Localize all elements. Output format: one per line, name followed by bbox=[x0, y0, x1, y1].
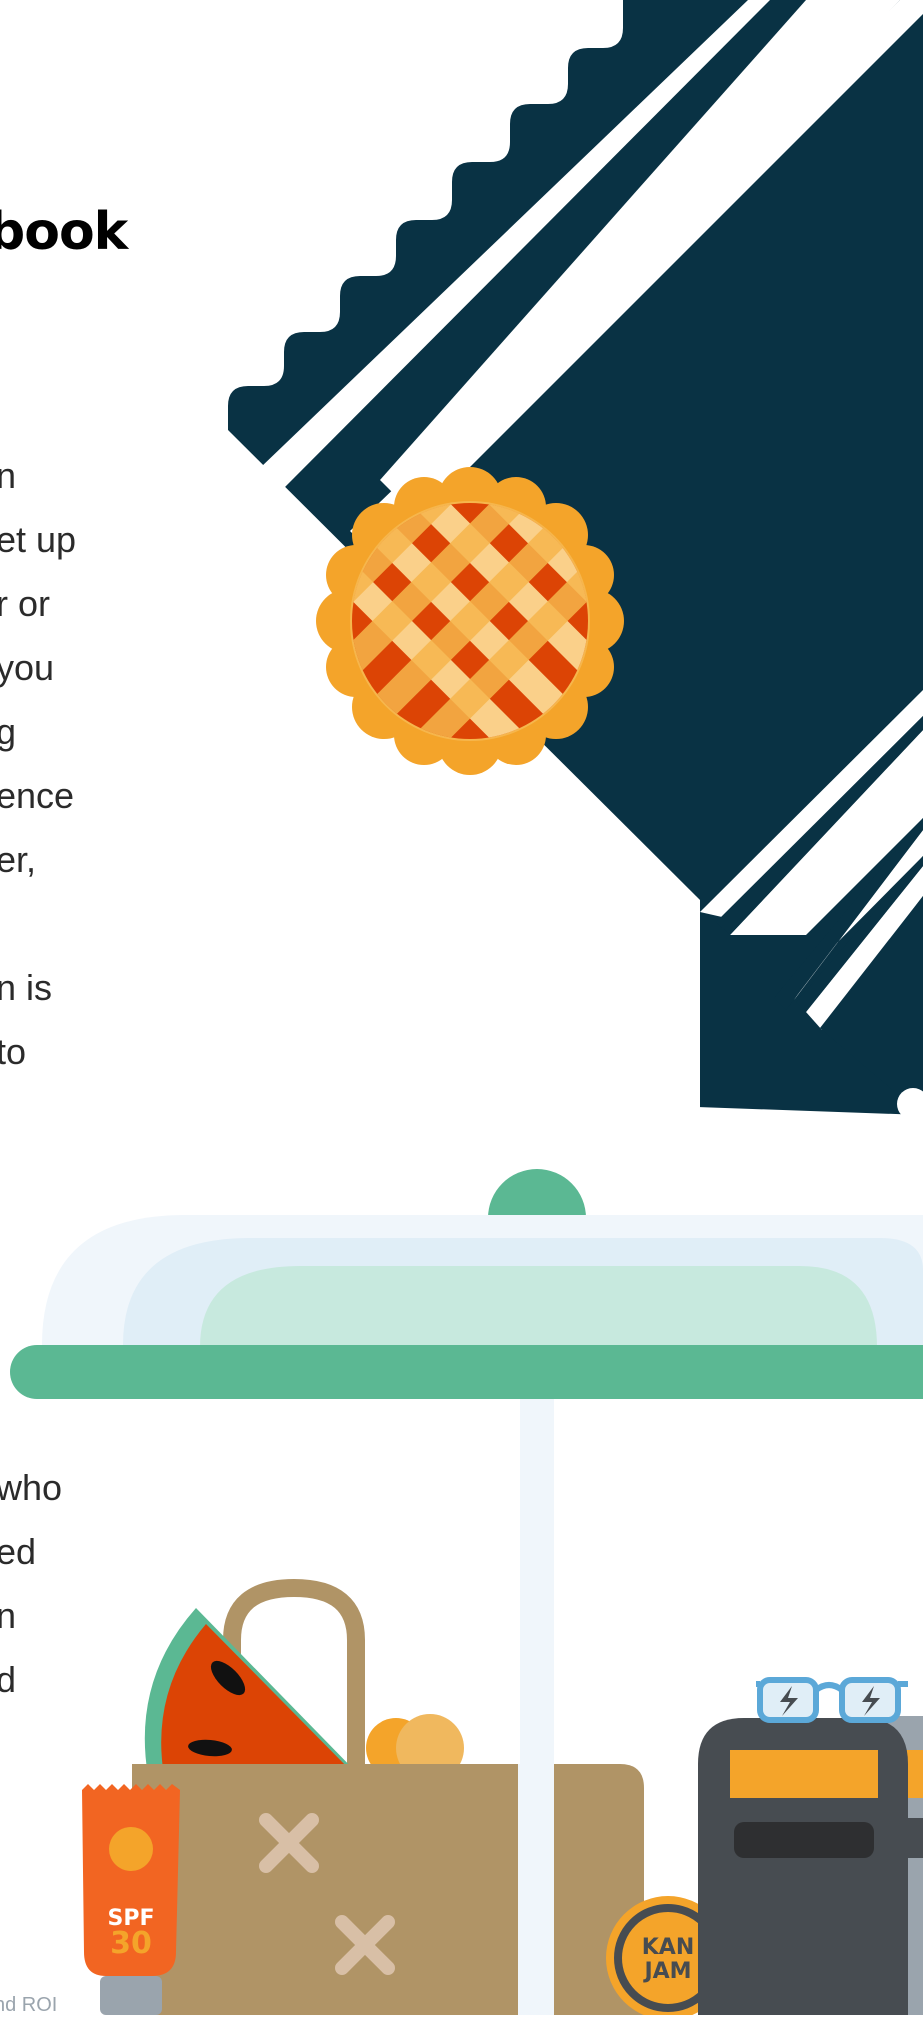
umbrella-knob bbox=[488, 1169, 586, 1218]
paragraph-line: er, bbox=[0, 839, 37, 880]
paragraph-line: g bbox=[0, 711, 17, 752]
paragraph-bottom: who ed n d bbox=[0, 1456, 92, 1712]
paragraph-line bbox=[0, 892, 92, 956]
paragraph-line: n bbox=[0, 1595, 17, 1636]
section-heading: book bbox=[0, 202, 128, 262]
kanjam-line1: KAN bbox=[642, 1935, 695, 1960]
paragraph-line: n bbox=[0, 455, 17, 496]
paragraph-line: d bbox=[0, 1659, 17, 1700]
paragraph-line: ence bbox=[0, 775, 75, 816]
sunscreen-number: 30 bbox=[110, 1926, 152, 1961]
kanjam-line2: JAM bbox=[642, 1959, 691, 1984]
umbrella-rim bbox=[10, 1345, 923, 1399]
paragraph-line: who bbox=[0, 1467, 63, 1508]
paragraph-line: n is bbox=[0, 967, 53, 1008]
footer-text-fragment: nd ROI bbox=[0, 1994, 58, 2016]
sunglasses-icon bbox=[756, 1677, 908, 1723]
paragraph-line: r or bbox=[0, 583, 50, 624]
paragraph-line: et up bbox=[0, 519, 77, 560]
cooler-icon bbox=[698, 1716, 923, 2015]
paragraph-top: n et up r or you g ence er, n is to bbox=[0, 444, 92, 1084]
umbrella-canopy-inner bbox=[200, 1266, 877, 1347]
paragraph-line: ed bbox=[0, 1531, 37, 1572]
picnic-basket bbox=[132, 1578, 644, 2015]
paragraph-line: you bbox=[0, 647, 55, 688]
paragraph-line: to bbox=[0, 1031, 27, 1072]
picnic-illustration: SPF 30 KAN JAM bbox=[0, 0, 923, 2015]
